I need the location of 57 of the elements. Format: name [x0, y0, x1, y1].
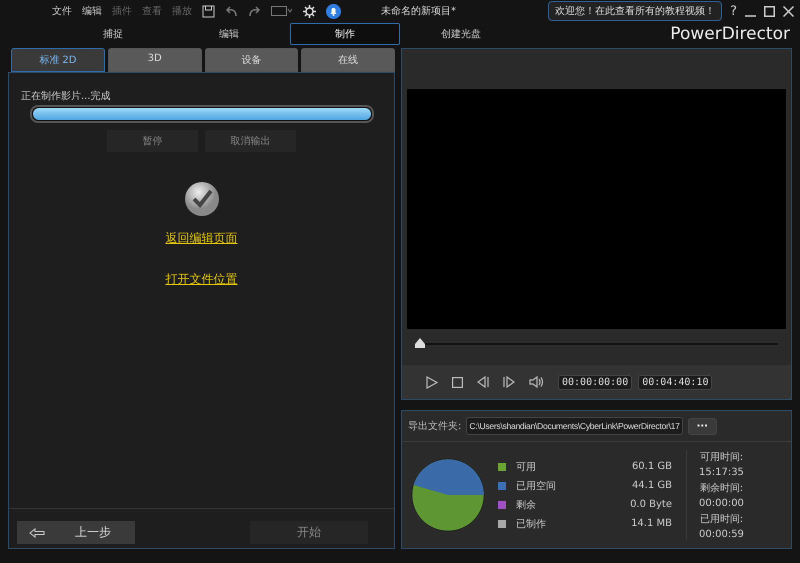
action-button[interactable]: 取消输出 — [205, 130, 296, 152]
settings-icon[interactable] — [303, 4, 316, 18]
help-button[interactable]: ? — [730, 4, 737, 18]
tab[interactable]: 标准 2D — [11, 48, 105, 72]
export-folder-label: 导出文件夹: — [408, 420, 462, 433]
window-title: 未命名的新项目* — [381, 4, 457, 18]
mode-tab[interactable]: 创建光盘 — [406, 23, 516, 45]
legend-value: 14.1 MB — [630, 518, 672, 529]
time-label: 剩余时间: — [700, 482, 744, 495]
slider-thumb[interactable] — [415, 338, 425, 348]
browse-button[interactable]: ··· — [688, 418, 717, 434]
legend-value: 0.0 Byte — [629, 499, 672, 510]
play-icon[interactable] — [426, 376, 438, 388]
current-time: 00:00:00:00 — [558, 374, 632, 390]
action-button[interactable]: 暂停 — [107, 130, 198, 152]
legend-label: 已制作 — [516, 518, 547, 530]
back-button[interactable]: 上一步 — [17, 521, 135, 544]
maximize-icon[interactable] — [764, 6, 775, 16]
mode-tab[interactable]: 编辑 — [174, 23, 284, 45]
checkmark-icon — [184, 182, 218, 216]
time-value: 00:00:00 — [699, 498, 744, 509]
legend-value: 60.1 GB — [630, 461, 672, 472]
tab[interactable]: 在线 — [301, 48, 395, 72]
time-label: 可用时间: — [700, 450, 744, 464]
menu-item[interactable]: 编辑 — [82, 4, 102, 18]
left-arrow-icon — [29, 528, 45, 538]
timeline-slider[interactable] — [415, 337, 778, 351]
status-text: 正在制作影片...完成 — [21, 90, 111, 103]
time-value: 15:17:35 — [699, 467, 744, 478]
tab[interactable]: 设备 — [204, 48, 298, 72]
mode-tab[interactable]: 捕捉 — [58, 23, 168, 45]
app-logo: PowerDirector — [670, 24, 790, 44]
legend-value: 44.1 GB — [630, 480, 672, 491]
time-label: 已用时间: — [700, 512, 744, 526]
link[interactable]: 打开文件位置 — [166, 271, 238, 288]
volume-icon[interactable] — [529, 376, 544, 388]
bell-icon[interactable] — [326, 4, 341, 18]
stop-icon[interactable] — [452, 376, 463, 388]
aspect-ratio-icon[interactable] — [271, 6, 293, 16]
tab[interactable]: 3D — [108, 48, 202, 72]
start-button[interactable]: 开始 — [250, 521, 368, 544]
next-frame-icon[interactable] — [503, 376, 515, 388]
time-value: 00:00:59 — [699, 529, 744, 540]
previous-frame-icon[interactable] — [477, 376, 489, 388]
duration-time: 00:04:40:10 — [638, 374, 712, 390]
save-icon[interactable] — [202, 4, 215, 18]
close-icon[interactable] — [783, 6, 794, 16]
mode-tab[interactable]: 制作 — [290, 23, 400, 45]
legend-label: 可用 — [516, 460, 537, 474]
redo-icon[interactable] — [248, 6, 261, 16]
tutorial-banner[interactable]: 欢迎您！在此查看所有的教程视频！ — [548, 1, 722, 21]
undo-icon[interactable] — [225, 6, 238, 16]
legend-label: 剩余 — [516, 498, 537, 512]
menu-item[interactable]: 文件 — [52, 4, 72, 18]
legend-label: 已用空间 — [516, 480, 557, 492]
link[interactable]: 返回编辑页面 — [166, 230, 238, 247]
export-path-field[interactable]: C:\Users\shandian\Documents\CyberLink\PowerDirector\17 — [466, 417, 683, 435]
